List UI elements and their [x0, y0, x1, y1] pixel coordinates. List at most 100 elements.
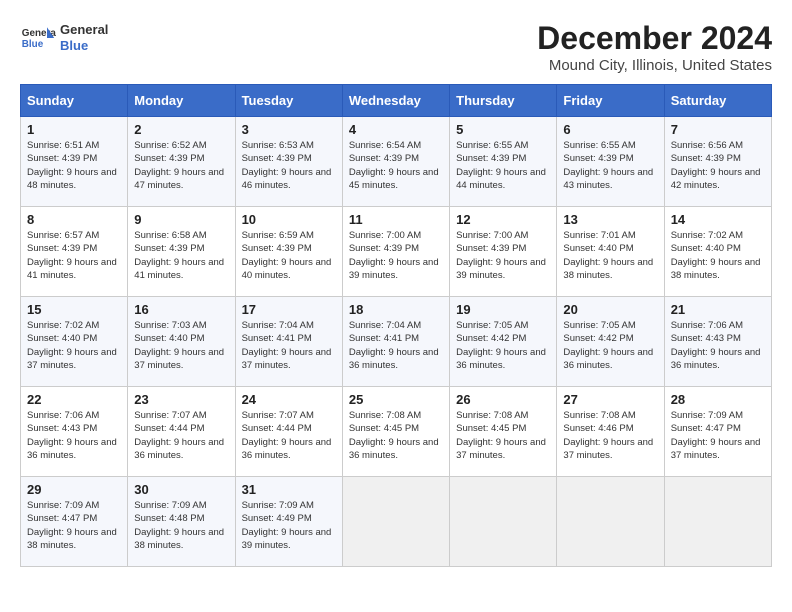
table-row: 24 Sunrise: 7:07 AM Sunset: 4:44 PM Dayl…: [235, 387, 342, 477]
day-number: 20: [563, 302, 657, 317]
table-row: 2 Sunrise: 6:52 AM Sunset: 4:39 PM Dayli…: [128, 117, 235, 207]
day-info: Sunrise: 7:08 AM Sunset: 4:45 PM Dayligh…: [349, 409, 443, 462]
day-info: Sunrise: 7:09 AM Sunset: 4:49 PM Dayligh…: [242, 499, 336, 552]
day-number: 4: [349, 122, 443, 137]
day-number: 28: [671, 392, 765, 407]
col-thursday: Thursday: [450, 85, 557, 117]
day-number: 26: [456, 392, 550, 407]
table-row: 18 Sunrise: 7:04 AM Sunset: 4:41 PM Dayl…: [342, 297, 449, 387]
calendar-week-row: 1 Sunrise: 6:51 AM Sunset: 4:39 PM Dayli…: [21, 117, 772, 207]
table-row: 15 Sunrise: 7:02 AM Sunset: 4:40 PM Dayl…: [21, 297, 128, 387]
table-row: 7 Sunrise: 6:56 AM Sunset: 4:39 PM Dayli…: [664, 117, 771, 207]
day-info: Sunrise: 7:06 AM Sunset: 4:43 PM Dayligh…: [671, 319, 765, 372]
day-number: 21: [671, 302, 765, 317]
day-info: Sunrise: 7:03 AM Sunset: 4:40 PM Dayligh…: [134, 319, 228, 372]
day-number: 24: [242, 392, 336, 407]
table-row: 22 Sunrise: 7:06 AM Sunset: 4:43 PM Dayl…: [21, 387, 128, 477]
col-tuesday: Tuesday: [235, 85, 342, 117]
table-row: 28 Sunrise: 7:09 AM Sunset: 4:47 PM Dayl…: [664, 387, 771, 477]
table-row: 9 Sunrise: 6:58 AM Sunset: 4:39 PM Dayli…: [128, 207, 235, 297]
day-info: Sunrise: 6:56 AM Sunset: 4:39 PM Dayligh…: [671, 139, 765, 192]
day-number: 19: [456, 302, 550, 317]
table-row: 31 Sunrise: 7:09 AM Sunset: 4:49 PM Dayl…: [235, 477, 342, 567]
day-number: 10: [242, 212, 336, 227]
day-number: 8: [27, 212, 121, 227]
calendar-week-row: 22 Sunrise: 7:06 AM Sunset: 4:43 PM Dayl…: [21, 387, 772, 477]
svg-text:Blue: Blue: [22, 39, 44, 50]
table-row: 3 Sunrise: 6:53 AM Sunset: 4:39 PM Dayli…: [235, 117, 342, 207]
day-number: 22: [27, 392, 121, 407]
table-row: [664, 477, 771, 567]
day-info: Sunrise: 7:05 AM Sunset: 4:42 PM Dayligh…: [456, 319, 550, 372]
logo-text-general: General: [60, 22, 108, 38]
day-number: 3: [242, 122, 336, 137]
col-wednesday: Wednesday: [342, 85, 449, 117]
day-info: Sunrise: 6:51 AM Sunset: 4:39 PM Dayligh…: [27, 139, 121, 192]
table-row: 25 Sunrise: 7:08 AM Sunset: 4:45 PM Dayl…: [342, 387, 449, 477]
day-info: Sunrise: 7:00 AM Sunset: 4:39 PM Dayligh…: [456, 229, 550, 282]
day-info: Sunrise: 7:08 AM Sunset: 4:46 PM Dayligh…: [563, 409, 657, 462]
logo-text-blue: Blue: [60, 38, 108, 54]
day-info: Sunrise: 7:09 AM Sunset: 4:48 PM Dayligh…: [134, 499, 228, 552]
table-row: [342, 477, 449, 567]
day-number: 14: [671, 212, 765, 227]
logo-icon: General Blue: [20, 20, 56, 56]
day-info: Sunrise: 7:07 AM Sunset: 4:44 PM Dayligh…: [134, 409, 228, 462]
day-info: Sunrise: 7:00 AM Sunset: 4:39 PM Dayligh…: [349, 229, 443, 282]
table-row: 13 Sunrise: 7:01 AM Sunset: 4:40 PM Dayl…: [557, 207, 664, 297]
day-number: 17: [242, 302, 336, 317]
table-row: 8 Sunrise: 6:57 AM Sunset: 4:39 PM Dayli…: [21, 207, 128, 297]
table-row: 6 Sunrise: 6:55 AM Sunset: 4:39 PM Dayli…: [557, 117, 664, 207]
day-number: 18: [349, 302, 443, 317]
day-info: Sunrise: 6:59 AM Sunset: 4:39 PM Dayligh…: [242, 229, 336, 282]
table-row: 30 Sunrise: 7:09 AM Sunset: 4:48 PM Dayl…: [128, 477, 235, 567]
table-row: 10 Sunrise: 6:59 AM Sunset: 4:39 PM Dayl…: [235, 207, 342, 297]
day-number: 15: [27, 302, 121, 317]
table-row: 19 Sunrise: 7:05 AM Sunset: 4:42 PM Dayl…: [450, 297, 557, 387]
day-number: 27: [563, 392, 657, 407]
day-info: Sunrise: 7:05 AM Sunset: 4:42 PM Dayligh…: [563, 319, 657, 372]
logo: General Blue General Blue: [20, 20, 108, 56]
table-row: 26 Sunrise: 7:08 AM Sunset: 4:45 PM Dayl…: [450, 387, 557, 477]
day-number: 5: [456, 122, 550, 137]
table-row: 14 Sunrise: 7:02 AM Sunset: 4:40 PM Dayl…: [664, 207, 771, 297]
calendar-week-row: 15 Sunrise: 7:02 AM Sunset: 4:40 PM Dayl…: [21, 297, 772, 387]
day-info: Sunrise: 7:02 AM Sunset: 4:40 PM Dayligh…: [671, 229, 765, 282]
col-sunday: Sunday: [21, 85, 128, 117]
day-info: Sunrise: 6:53 AM Sunset: 4:39 PM Dayligh…: [242, 139, 336, 192]
header: General Blue General Blue December 2024 …: [20, 20, 772, 74]
day-info: Sunrise: 7:06 AM Sunset: 4:43 PM Dayligh…: [27, 409, 121, 462]
day-info: Sunrise: 7:04 AM Sunset: 4:41 PM Dayligh…: [242, 319, 336, 372]
table-row: 5 Sunrise: 6:55 AM Sunset: 4:39 PM Dayli…: [450, 117, 557, 207]
table-row: [557, 477, 664, 567]
day-info: Sunrise: 6:54 AM Sunset: 4:39 PM Dayligh…: [349, 139, 443, 192]
day-number: 29: [27, 482, 121, 497]
calendar-week-row: 8 Sunrise: 6:57 AM Sunset: 4:39 PM Dayli…: [21, 207, 772, 297]
table-row: 11 Sunrise: 7:00 AM Sunset: 4:39 PM Dayl…: [342, 207, 449, 297]
calendar-week-row: 29 Sunrise: 7:09 AM Sunset: 4:47 PM Dayl…: [21, 477, 772, 567]
day-info: Sunrise: 6:55 AM Sunset: 4:39 PM Dayligh…: [563, 139, 657, 192]
calendar-table: Sunday Monday Tuesday Wednesday Thursday…: [20, 84, 772, 567]
day-info: Sunrise: 6:58 AM Sunset: 4:39 PM Dayligh…: [134, 229, 228, 282]
table-row: 21 Sunrise: 7:06 AM Sunset: 4:43 PM Dayl…: [664, 297, 771, 387]
table-row: 1 Sunrise: 6:51 AM Sunset: 4:39 PM Dayli…: [21, 117, 128, 207]
day-number: 30: [134, 482, 228, 497]
table-row: 16 Sunrise: 7:03 AM Sunset: 4:40 PM Dayl…: [128, 297, 235, 387]
subtitle: Mound City, Illinois, United States: [537, 57, 772, 74]
day-number: 23: [134, 392, 228, 407]
day-info: Sunrise: 7:01 AM Sunset: 4:40 PM Dayligh…: [563, 229, 657, 282]
day-info: Sunrise: 7:04 AM Sunset: 4:41 PM Dayligh…: [349, 319, 443, 372]
table-row: 29 Sunrise: 7:09 AM Sunset: 4:47 PM Dayl…: [21, 477, 128, 567]
table-row: 20 Sunrise: 7:05 AM Sunset: 4:42 PM Dayl…: [557, 297, 664, 387]
day-number: 1: [27, 122, 121, 137]
table-row: 23 Sunrise: 7:07 AM Sunset: 4:44 PM Dayl…: [128, 387, 235, 477]
table-row: 27 Sunrise: 7:08 AM Sunset: 4:46 PM Dayl…: [557, 387, 664, 477]
main-title: December 2024: [537, 20, 772, 57]
day-number: 13: [563, 212, 657, 227]
table-row: 4 Sunrise: 6:54 AM Sunset: 4:39 PM Dayli…: [342, 117, 449, 207]
col-monday: Monday: [128, 85, 235, 117]
table-row: 17 Sunrise: 7:04 AM Sunset: 4:41 PM Dayl…: [235, 297, 342, 387]
table-row: 12 Sunrise: 7:00 AM Sunset: 4:39 PM Dayl…: [450, 207, 557, 297]
day-number: 16: [134, 302, 228, 317]
day-number: 2: [134, 122, 228, 137]
